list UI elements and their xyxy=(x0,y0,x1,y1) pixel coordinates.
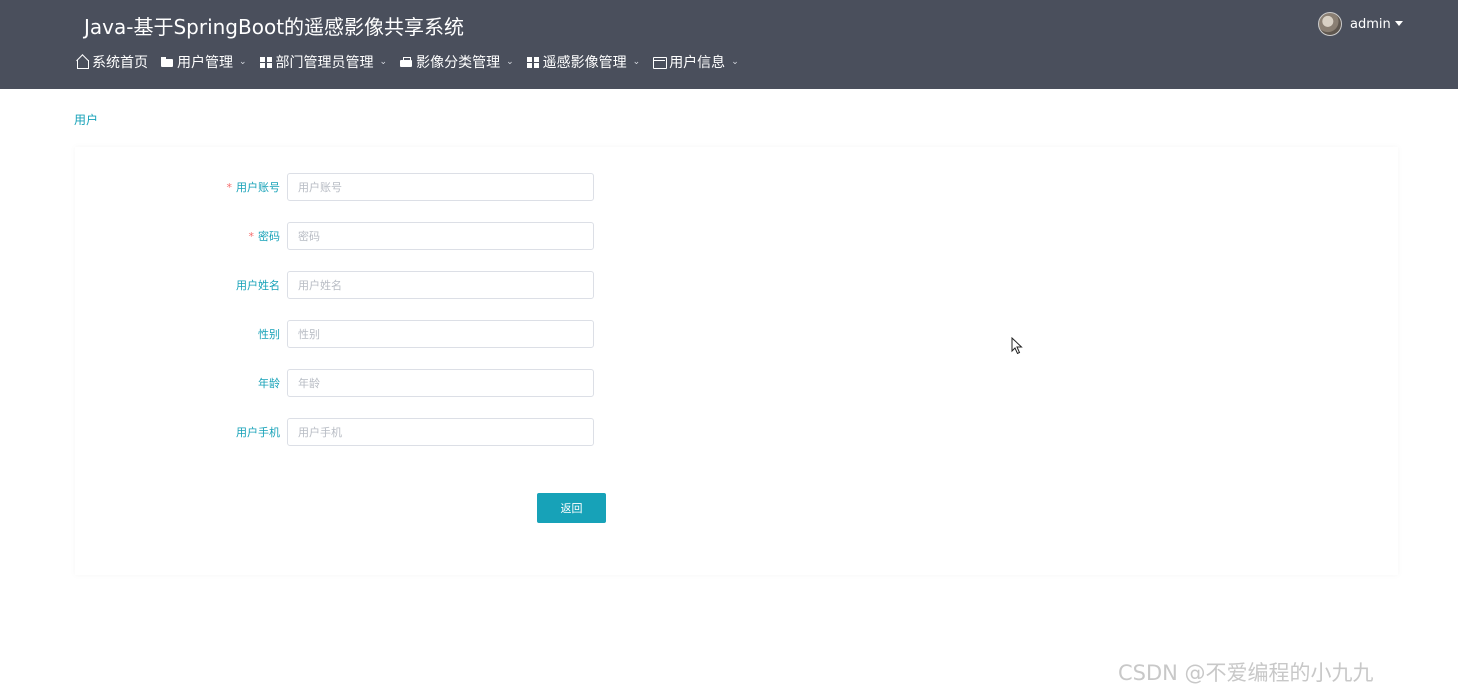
name-input[interactable] xyxy=(287,271,594,299)
nav-item-user-info[interactable]: 用户信息 ⌄ xyxy=(652,52,739,72)
phone-input[interactable] xyxy=(287,418,594,446)
nav-item-dept-admin-management[interactable]: 部门管理员管理 ⌄ xyxy=(258,52,388,72)
main-nav: 系统首页 用户管理 ⌄ 部门管理员管理 ⌄ 影像分类管理 ⌄ 遥感影像管理 ⌄ … xyxy=(75,52,751,72)
nav-item-user-management[interactable]: 用户管理 ⌄ xyxy=(160,52,247,72)
form-row-phone: 用户手机 xyxy=(75,418,594,446)
account-label: * 用户账号 xyxy=(226,181,281,194)
required-mark: * xyxy=(248,230,255,243)
phone-label: 用户手机 xyxy=(236,426,280,439)
nav-item-image-category-management[interactable]: 影像分类管理 ⌄ xyxy=(399,52,514,72)
nav-item-label: 影像分类管理 xyxy=(416,55,501,71)
grid-icon xyxy=(258,55,273,69)
nav-item-remote-image-management[interactable]: 遥感影像管理 ⌄ xyxy=(525,52,641,72)
form-row-name: 用户姓名 xyxy=(75,271,594,299)
caret-down-icon[interactable] xyxy=(1394,20,1403,26)
app-title: Java-基于SpringBoot的遥感影像共享系统 xyxy=(84,15,465,39)
nav-item-label: 部门管理员管理 xyxy=(275,55,374,71)
name-label: 用户姓名 xyxy=(236,279,280,292)
chevron-down-icon: ⌄ xyxy=(239,57,247,67)
chevron-down-icon: ⌄ xyxy=(632,57,641,67)
nav-item-label: 系统首页 xyxy=(92,55,148,71)
password-input[interactable] xyxy=(287,222,594,250)
gender-input[interactable] xyxy=(287,320,594,348)
main-content: 用户 *用户账号 *密码 用户姓名 性别 年龄 用户手机 返回 xyxy=(0,89,1458,699)
nav-item-label: 遥感影像管理 xyxy=(542,55,627,71)
password-label: * 密码 xyxy=(248,230,281,243)
chevron-down-icon: ⌄ xyxy=(731,57,739,67)
form-row-gender: 性别 xyxy=(75,320,594,348)
breadcrumb[interactable]: 用户 xyxy=(74,111,98,128)
folder-icon xyxy=(160,55,174,69)
watermark: CSDN @不爱编程的小九九 xyxy=(1118,661,1374,685)
gender-label: 性别 xyxy=(258,328,280,341)
nav-item-home[interactable]: 系统首页 xyxy=(75,52,148,72)
required-mark: * xyxy=(226,181,233,194)
home-icon xyxy=(75,55,89,69)
avatar[interactable] xyxy=(1318,12,1342,36)
account-input[interactable] xyxy=(287,173,594,201)
user-name[interactable]: admin xyxy=(1350,17,1391,32)
grid-icon xyxy=(525,55,540,69)
age-input[interactable] xyxy=(287,369,594,397)
form-row-age: 年龄 xyxy=(75,369,594,397)
form-row-account: * 用户账号 xyxy=(75,173,594,201)
user-menu[interactable]: admin xyxy=(1318,12,1403,36)
nav-item-label: 用户信息 xyxy=(669,55,726,71)
form-row-password: * 密码 xyxy=(75,222,594,250)
top-header: Java-基于SpringBoot的遥感影像共享系统 admin 系统首页 用户… xyxy=(0,0,1458,89)
nav-item-label: 用户管理 xyxy=(177,55,233,71)
chevron-down-icon: ⌄ xyxy=(506,57,514,67)
card-icon xyxy=(652,55,668,69)
briefcase-icon xyxy=(399,55,413,69)
user-detail-form: *用户账号 *密码 用户姓名 性别 年龄 用户手机 返回 xyxy=(75,147,1398,575)
chevron-down-icon: ⌄ xyxy=(379,57,388,67)
back-button[interactable]: 返回 xyxy=(537,493,606,523)
age-label: 年龄 xyxy=(258,377,280,390)
